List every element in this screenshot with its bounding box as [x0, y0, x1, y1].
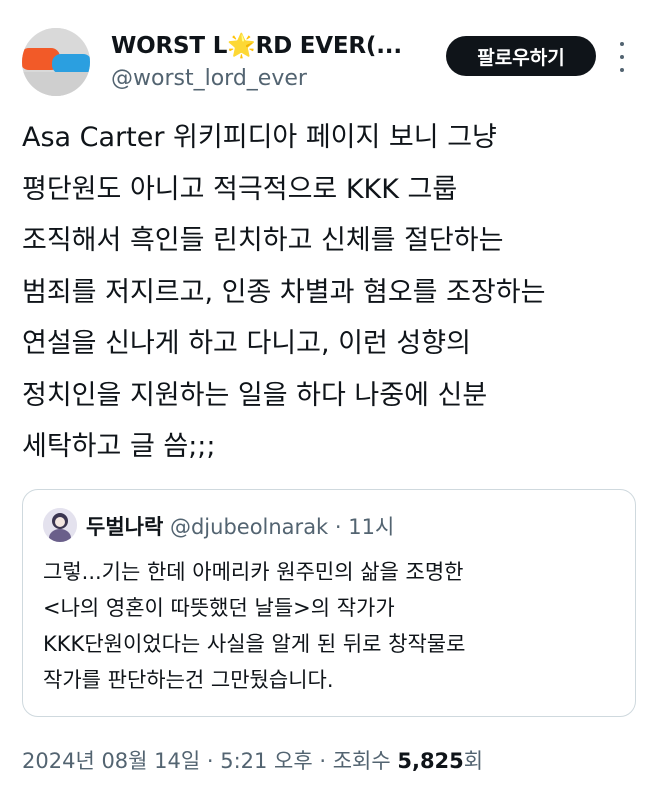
user-handle[interactable]: @worst_lord_ever [111, 66, 307, 91]
tweet-line: 범죄를 저지르고, 인종 차별과 혐오를 조장하는 [22, 276, 546, 308]
tweet-line: 세탁하고 글 씀;;; [22, 431, 216, 462]
tweet-line: Asa Carter 위키피디아 페이지 보니 그냥 [22, 122, 497, 153]
quote-line: KKK단원이었다는 사실을 알게 된 뒤로 창작물로 [43, 632, 466, 656]
quote-avatar-image [43, 508, 77, 542]
view-count-suffix: 회 [463, 749, 484, 773]
tweet-line: 연설을 신나게 하고 다니고, 이런 성향의 [22, 328, 471, 359]
quote-tweet-card[interactable]: 두벌나락 @djubeolnarak · 11시 그렇...기는 한데 아메리카… [22, 489, 636, 717]
display-name[interactable]: WORST L🌟RD EVER(... [111, 32, 402, 59]
view-count: 5,825 [397, 749, 464, 773]
tweet-line: 평단원도 아니고 적극적으로 KKK 그룹 [22, 173, 458, 205]
tweet-text: Asa Carter 위키피디아 페이지 보니 그냥 평단원도 아니고 적극적으… [22, 112, 642, 473]
avatar[interactable] [22, 28, 90, 96]
more-dot [620, 68, 624, 72]
quote-header: 두벌나락 @djubeolnarak · 11시 [86, 511, 394, 541]
quote-author-name[interactable]: 두벌나락 [86, 515, 163, 539]
quote-author-handle[interactable]: @djubeolnarak [170, 515, 328, 539]
more-icon[interactable] [615, 42, 629, 72]
tweet-line: 조직해서 흑인들 린치하고 신체를 절단하는 [22, 225, 504, 256]
tweet-footer: 2024년 08월 14일 · 5:21 오후 · 조회수 5,825회 [22, 745, 483, 775]
more-dot [620, 42, 624, 46]
quote-line: 작가를 판단하는건 그만뒀습니다. [43, 668, 334, 692]
tweet-timestamp[interactable]: 2024년 08월 14일 · 5:21 오후 · 조회수 [22, 749, 397, 773]
follow-button[interactable]: 팔로우하기 [446, 36, 596, 76]
quote-avatar[interactable] [43, 508, 77, 542]
quote-time[interactable]: 11시 [348, 515, 394, 539]
avatar-image [22, 28, 90, 96]
quote-text: 그렇...기는 한데 아메리카 원주민의 삶을 조명한 <나의 영혼이 따뜻했던… [43, 554, 623, 698]
tweet-line: 정치인을 지원하는 일을 하다 나중에 신분 [22, 379, 488, 411]
quote-line: 그렇...기는 한데 아메리카 원주민의 삶을 조명한 [43, 560, 464, 584]
quote-line: <나의 영혼이 따뜻했던 날들>의 작가가 [43, 596, 395, 620]
quote-separator: · [334, 515, 342, 539]
more-dot [620, 55, 624, 59]
